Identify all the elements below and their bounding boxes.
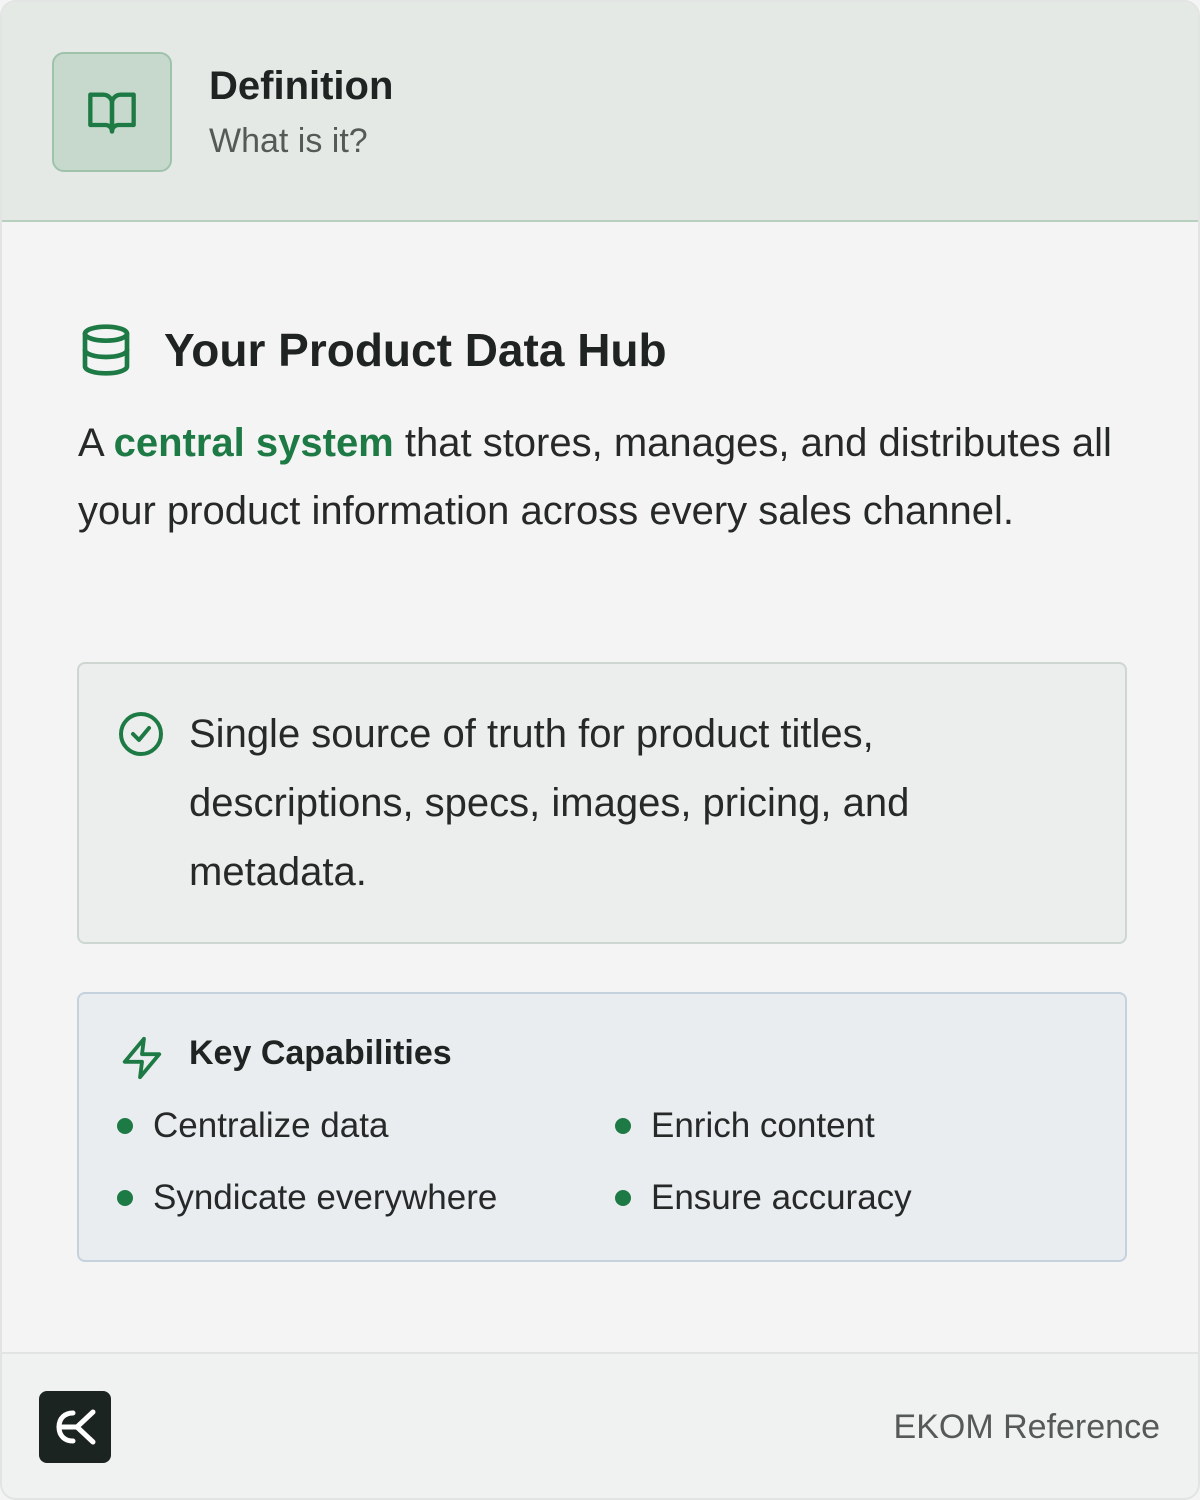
capability-label: Centralize data — [153, 1106, 389, 1145]
lightning-icon — [122, 1036, 162, 1080]
definition-card: Definition What is it? Your Product Data… — [0, 0, 1200, 1500]
footer-reference-label: EKOM Reference — [893, 1408, 1160, 1446]
key-capabilities-box: Key Capabilities Centralize data Enrich … — [77, 992, 1127, 1262]
card-header: Definition What is it? — [2, 2, 1198, 222]
check-circle-icon — [119, 712, 163, 756]
capability-item: Enrich content — [615, 1106, 875, 1146]
header-subtitle: What is it? — [209, 122, 368, 160]
description-highlight: central system — [113, 421, 394, 465]
section-heading: Your Product Data Hub — [78, 320, 667, 380]
bullet-dot — [117, 1118, 133, 1134]
capability-label: Ensure accuracy — [651, 1178, 912, 1217]
bullet-dot — [615, 1118, 631, 1134]
capability-label: Syndicate everywhere — [153, 1178, 498, 1217]
description: A central system that stores, manages, a… — [78, 409, 1138, 545]
ekom-logo — [39, 1391, 111, 1463]
header-icon-container — [52, 52, 172, 172]
capability-item: Ensure accuracy — [615, 1178, 912, 1218]
database-icon — [82, 324, 130, 376]
key-capabilities-title: Key Capabilities — [189, 1034, 452, 1072]
bullet-dot — [615, 1190, 631, 1206]
header-title: Definition — [209, 64, 394, 108]
single-source-text: Single source of truth for product title… — [189, 712, 910, 894]
card-footer: EKOM Reference — [2, 1352, 1198, 1498]
capability-label: Enrich content — [651, 1106, 875, 1145]
ekom-logo-mark — [56, 1409, 96, 1445]
bullet-dot — [117, 1190, 133, 1206]
description-prefix: A — [78, 421, 114, 465]
section-title: Your Product Data Hub — [164, 324, 667, 376]
capability-item: Syndicate everywhere — [117, 1178, 497, 1218]
book-open-icon — [88, 92, 136, 134]
capability-item: Centralize data — [117, 1106, 388, 1146]
single-source-callout: Single source of truth for product title… — [77, 662, 1127, 944]
